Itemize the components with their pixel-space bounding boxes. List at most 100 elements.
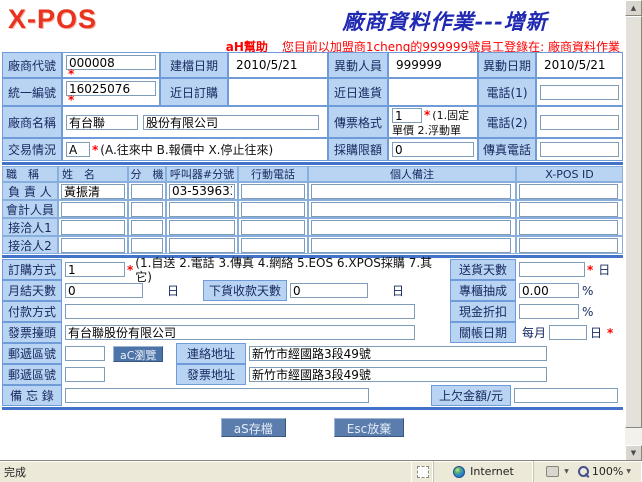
contact-name-input[interactable] (61, 238, 125, 253)
contact-mobile-input[interactable] (241, 184, 305, 199)
monthly-days-row: 月結天數 日 下貨收款天數 日 專櫃抽成 % (2, 280, 623, 301)
unload-pay-days-unit: 日 (392, 282, 404, 299)
modify-date-label: 異動日期 (478, 52, 536, 78)
payment-method-label: 付款方式 (2, 301, 62, 322)
contact-notes-input[interactable] (311, 202, 511, 217)
contact-mobile-cell (238, 182, 308, 200)
page-icon (417, 466, 429, 478)
cash-discount-input[interactable] (519, 304, 579, 319)
contact-ext-input[interactable] (131, 202, 163, 217)
zoom-magnifier-icon (578, 466, 589, 477)
contact-pager-cell (166, 218, 238, 236)
chevron-down-icon[interactable]: ▼ (564, 468, 569, 475)
cancel-button[interactable]: Esc放棄 (334, 418, 404, 437)
col-header-mobile: 行動電話 (238, 166, 308, 182)
invoice-address-input[interactable] (249, 367, 547, 382)
invoice-address-label: 發票地址 (176, 364, 246, 385)
contact-ext-input[interactable] (131, 184, 163, 199)
closing-date-input[interactable] (549, 325, 587, 340)
contact-ext-input[interactable] (131, 220, 163, 235)
contact-pager-input[interactable] (169, 184, 235, 199)
create-date-label: 建檔日期 (160, 52, 228, 78)
contact-pager-input[interactable] (169, 220, 235, 235)
purchase-limit-input[interactable] (392, 142, 474, 157)
contact-mobile-cell (238, 236, 308, 254)
contact-name-cell (58, 182, 128, 200)
monthly-days-input[interactable] (65, 283, 143, 298)
phone1-input[interactable] (540, 85, 619, 100)
contact-xposid-input[interactable] (519, 184, 618, 199)
contact-role-label: 接洽人1 (2, 218, 58, 236)
fax-input[interactable] (540, 142, 619, 157)
contact-notes-input[interactable] (311, 184, 511, 199)
scrollbar-thumb[interactable] (625, 16, 642, 428)
save-button[interactable]: aS存檔 (221, 418, 286, 437)
contact-role-label: 負 責 人 (2, 182, 58, 200)
recent-order-cell (228, 78, 328, 106)
payment-method-input[interactable] (65, 304, 415, 319)
vendor-name-label: 廠商名稱 (2, 106, 62, 138)
create-date-value: 2010/5/21 (232, 58, 298, 72)
vendor-code-input[interactable] (66, 55, 156, 70)
contact-pager-cell (166, 182, 238, 200)
trade-status-input[interactable] (66, 142, 90, 157)
unload-pay-days-input[interactable] (290, 283, 368, 298)
contact-pager-input[interactable] (169, 238, 235, 253)
trade-status-label: 交易情況 (2, 138, 62, 161)
contact-role-label: 接洽人2 (2, 236, 58, 254)
memo-row: 備 忘 錄 上欠金額/元 (2, 385, 623, 406)
zip-browse-button[interactable]: aC瀏覽 (113, 346, 163, 362)
required-mark: * (92, 146, 98, 154)
contact-xposid-input[interactable] (519, 238, 618, 253)
contact-name-input[interactable] (61, 202, 125, 217)
zip1-input[interactable] (65, 346, 105, 361)
contact-notes-input[interactable] (311, 220, 511, 235)
required-mark: * (424, 108, 430, 122)
zone-label: Internet (470, 465, 514, 478)
memo-input[interactable] (65, 388, 369, 403)
vertical-scrollbar[interactable]: ▲ ▼ (625, 0, 642, 461)
contact-mobile-cell (238, 200, 308, 218)
voucher-format-input[interactable] (392, 108, 422, 123)
contact-notes-cell (308, 218, 516, 236)
unified-no-input[interactable] (66, 81, 156, 96)
contact-name-input[interactable] (61, 220, 125, 235)
contact-xposid-cell (516, 200, 623, 218)
phone2-cell (536, 106, 623, 138)
contact-mobile-input[interactable] (241, 220, 305, 235)
scroll-up-icon[interactable]: ▲ (625, 0, 642, 16)
phone2-input[interactable] (540, 115, 619, 130)
delivery-days-input[interactable] (519, 262, 585, 277)
contact-xposid-input[interactable] (519, 220, 618, 235)
vendor-name-input-1[interactable] (66, 115, 138, 130)
status-text-segment: 完成 (0, 461, 412, 482)
contact-role-label: 會計人員 (2, 200, 58, 218)
counter-commission-input[interactable] (519, 283, 579, 298)
contact-name-input[interactable] (61, 184, 125, 199)
recent-stockin-label: 近日進貨 (328, 78, 388, 106)
contact-ext-input[interactable] (131, 238, 163, 253)
invoice-title-input[interactable] (65, 325, 415, 340)
contact-pager-input[interactable] (169, 202, 235, 217)
contact-name-cell (58, 236, 128, 254)
cash-discount-unit: % (582, 305, 593, 319)
zoom-segment: ▼ 100% ▼ (534, 461, 642, 482)
voucher-format-label: 傳票格式 (328, 106, 388, 138)
contact-notes-input[interactable] (311, 238, 511, 253)
chevron-down-icon[interactable]: ▼ (626, 468, 631, 475)
contact-pager-cell (166, 200, 238, 218)
trade-status-hint: (A.往來中 B.報價中 X.停止往來) (100, 143, 273, 157)
contact-mobile-input[interactable] (241, 238, 305, 253)
cash-discount-label: 現金折扣 (450, 301, 516, 322)
vendor-name-input-2[interactable] (143, 115, 319, 130)
contact-mobile-input[interactable] (241, 202, 305, 217)
zip2-label: 郵遞區號 (2, 364, 62, 385)
recent-stockin-cell (388, 78, 478, 106)
contact-address-input[interactable] (249, 346, 547, 361)
scroll-down-icon[interactable]: ▼ (625, 445, 642, 461)
contact-xposid-input[interactable] (519, 202, 618, 217)
zip2-input[interactable] (65, 367, 105, 382)
order-method-input[interactable] (65, 262, 125, 277)
col-header-notes: 個人備注 (308, 166, 516, 182)
last-amount-input[interactable] (514, 388, 618, 403)
